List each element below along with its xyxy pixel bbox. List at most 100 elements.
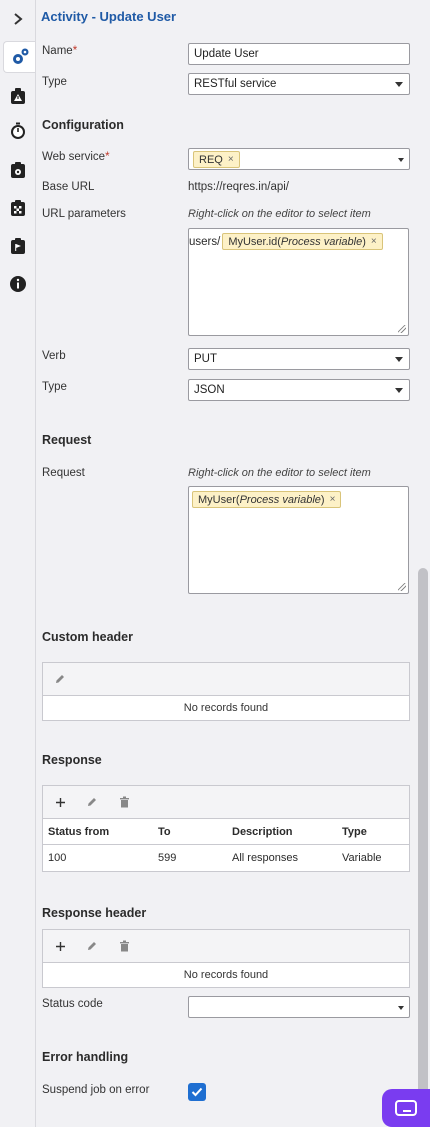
status-code-select[interactable] [188, 996, 410, 1018]
pencil-icon [88, 942, 96, 950]
close-icon[interactable]: × [371, 236, 377, 247]
response-header-heading: Response header [42, 906, 147, 920]
gears-icon [12, 48, 28, 64]
chip-label: MyUser.id [228, 235, 278, 248]
clipboard-gear-icon [10, 162, 25, 178]
content-type-select[interactable]: JSON [188, 379, 410, 401]
close-icon[interactable]: × [330, 494, 336, 505]
chevron-down-icon [398, 1006, 404, 1010]
chat-launcher-button[interactable] [382, 1089, 430, 1127]
info-icon [9, 276, 26, 292]
tab-info[interactable] [0, 268, 35, 300]
custom-header-heading: Custom header [42, 630, 133, 644]
response-grid: Status from To Description Type 100 599 … [42, 785, 410, 872]
cell-description: All responses [232, 852, 299, 864]
verb-label: Verb [42, 350, 66, 362]
table-row[interactable]: 100 599 All responses Variable [43, 845, 409, 871]
url-parameters-content: users/ MyUser.id (Process variable) × [189, 233, 383, 250]
vertical-scrollbar[interactable] [418, 568, 428, 1123]
request-hint: Right-click on the editor to select item [188, 467, 371, 479]
tab-flags[interactable] [0, 230, 35, 262]
expand-button[interactable] [0, 3, 35, 35]
properties-panel: Activity - Update User Name* Update User… [35, 0, 415, 1127]
url-prefix-text: users/ [189, 235, 221, 248]
delete-button[interactable] [115, 937, 133, 955]
verb-select-value: PUT [194, 353, 217, 365]
web-service-select[interactable]: REQ × [188, 148, 410, 170]
close-icon[interactable]: × [228, 154, 234, 165]
plus-icon [55, 797, 65, 807]
variable-chip[interactable]: MyUser (Process variable) × [192, 491, 342, 508]
chevron-down-icon [395, 82, 403, 87]
base-url-value: https://reqres.in/api/ [188, 181, 289, 193]
response-heading: Response [42, 753, 102, 767]
suspend-job-label: Suspend job on error [42, 1084, 150, 1096]
edit-button[interactable] [83, 793, 101, 811]
request-label: Request [42, 467, 85, 479]
chevron-down-icon [398, 158, 404, 162]
custom-header-grid: No records found [42, 662, 410, 721]
empty-message: No records found [183, 969, 269, 981]
resize-handle[interactable] [398, 325, 406, 333]
tab-milestones[interactable] [0, 192, 35, 224]
verb-select[interactable]: PUT [188, 348, 410, 370]
chevron-down-icon [395, 388, 403, 393]
grid-toolbar [43, 786, 409, 819]
suspend-job-checkbox[interactable] [188, 1083, 206, 1101]
grid-header-row: Status from To Description Type [43, 819, 409, 845]
type-label: Type [42, 76, 67, 88]
web-service-chip[interactable]: REQ × [193, 151, 240, 168]
add-button[interactable] [51, 793, 69, 811]
grid-toolbar [43, 663, 409, 696]
plus-icon [55, 941, 65, 951]
empty-message: No records found [183, 702, 269, 714]
required-marker: * [72, 45, 78, 57]
variable-chip[interactable]: MyUser.id (Process variable) × [222, 233, 383, 250]
cell-status-from: 100 [48, 852, 67, 864]
column-header[interactable]: To [153, 826, 227, 838]
request-heading: Request [42, 433, 92, 447]
status-code-label: Status code [42, 998, 103, 1010]
column-header[interactable]: Type [337, 826, 409, 838]
content-type-label: Type [42, 381, 67, 393]
column-header[interactable]: Description [227, 826, 337, 838]
tab-timers[interactable] [0, 115, 35, 147]
name-input[interactable]: Update User [188, 43, 410, 65]
url-parameters-label: URL parameters [42, 208, 126, 220]
side-rail [0, 0, 35, 1127]
flag-clipboard-icon [10, 238, 25, 254]
chip-kind: Process variable [239, 493, 321, 506]
type-select[interactable]: RESTful service [188, 73, 410, 95]
edit-button[interactable] [83, 937, 101, 955]
edit-button[interactable] [51, 670, 69, 688]
content-type-value: JSON [194, 384, 225, 396]
trash-icon [119, 796, 129, 808]
delete-button[interactable] [115, 793, 133, 811]
pencil-icon [56, 675, 64, 683]
required-marker: * [105, 151, 110, 163]
chip-kind: Process variable [280, 235, 363, 248]
grid-toolbar [43, 930, 409, 963]
request-editor[interactable]: MyUser (Process variable) × [188, 486, 409, 594]
chip-label: MyUser [198, 493, 236, 506]
warning-bag-icon [10, 88, 25, 104]
base-url-label: Base URL [42, 181, 95, 193]
tab-assignments[interactable] [0, 154, 35, 186]
add-button[interactable] [51, 937, 69, 955]
pencil-icon [88, 798, 96, 806]
url-parameters-editor[interactable]: users/ MyUser.id (Process variable) × [188, 228, 409, 336]
app: Activity - Update User Name* Update User… [0, 0, 430, 1127]
column-header[interactable]: Status from [43, 826, 153, 838]
trash-icon [119, 940, 129, 952]
chat-icon [395, 1100, 417, 1116]
request-content: MyUser (Process variable) × [192, 491, 342, 508]
panel-title: Activity - Update User [41, 9, 177, 24]
stopwatch-icon [10, 122, 25, 139]
resize-handle[interactable] [398, 583, 406, 591]
tab-general[interactable] [3, 41, 35, 73]
name-label: Name* [42, 45, 78, 57]
error-handling-heading: Error handling [42, 1050, 129, 1064]
tab-errors[interactable] [0, 80, 35, 112]
checkmark-icon [191, 1087, 203, 1097]
chevron-right-icon [13, 13, 23, 25]
